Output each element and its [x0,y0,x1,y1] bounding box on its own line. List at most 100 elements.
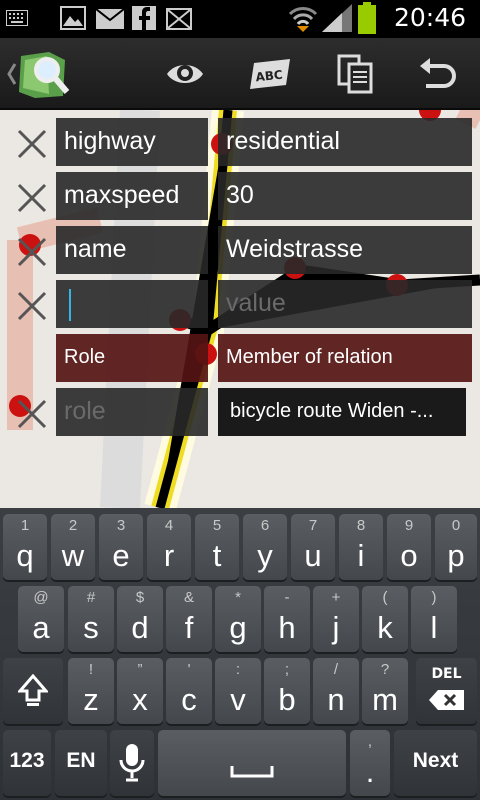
home-up-button[interactable] [0,38,80,110]
tag-row: value [0,280,480,330]
key-x[interactable]: ” x [117,658,163,724]
key-j[interactable]: + j [313,586,359,652]
language-key[interactable]: EN [55,730,107,796]
key-o[interactable]: 9o [387,514,431,580]
key-c[interactable]: ' c [166,658,212,724]
wifi-icon [288,7,318,32]
period-label: . [365,754,375,789]
microphone-icon [119,744,145,782]
tag-key-input[interactable] [56,280,208,328]
comma-hint: , [367,733,373,750]
key-hint: 4 [164,517,174,534]
comma-key[interactable]: ,. [350,730,390,796]
abc-button[interactable]: ABC [230,38,310,110]
tag-row: highway residential [0,118,480,168]
delete-tag-button[interactable] [10,178,54,218]
key-label: j [332,610,340,645]
voice-input-key[interactable] [110,730,154,796]
tag-value-input[interactable]: value [218,280,472,328]
key-a[interactable]: @ a [18,586,64,652]
key-label: y [257,538,273,573]
key-hint: 9 [404,517,414,534]
tag-value-field[interactable]: Weidstrasse [218,226,472,274]
key-hint: : [235,661,241,678]
shift-icon [18,674,48,706]
tag-value-field[interactable]: residential [218,118,472,166]
tag-key-text: highway [64,127,156,155]
key-r[interactable]: 4r [147,514,191,580]
tag-key-text: name [64,235,127,263]
key-i[interactable]: 8i [339,514,383,580]
key-label: v [230,682,246,717]
tag-row: name Weidstrasse [0,226,480,276]
key-y[interactable]: 6y [243,514,287,580]
tag-key-field[interactable]: name [56,226,208,274]
soft-keyboard: 1q 2w 3e 4r 5t 6y 7u 8i 9o 0p @ a # s $ d &… [0,508,480,800]
key-b[interactable]: ; b [264,658,310,724]
key-hint: # [86,589,96,606]
key-label: o [400,538,418,573]
key-hint: 8 [356,517,366,534]
delete-tag-button[interactable] [10,286,54,326]
key-f[interactable]: & f [166,586,212,652]
tag-key-field[interactable]: maxspeed [56,172,208,220]
key-v[interactable]: :v [215,658,261,724]
space-icon [230,766,274,778]
role-input[interactable]: role [56,388,208,436]
key-label: i [357,538,365,573]
key-p[interactable]: 0p [435,514,477,580]
next-key[interactable]: Next [394,730,477,796]
key-e[interactable]: 3e [99,514,143,580]
key-q[interactable]: 1q [3,514,47,580]
key-t[interactable]: 5t [195,514,239,580]
key-l[interactable]: ) l [411,586,457,652]
key-hint: / [333,661,339,678]
key-s[interactable]: # s [68,586,114,652]
shift-key[interactable] [3,658,63,724]
battery-icon [358,2,376,34]
eye-button[interactable] [145,38,225,110]
key-hint: - [284,589,290,606]
key-z[interactable]: ! z [68,658,114,724]
key-d[interactable]: $ d [117,586,163,652]
undo-icon [420,58,456,88]
key-hint: ? [380,661,390,678]
role-header: Role [56,334,208,382]
close-icon [17,129,47,159]
key-label: f [184,610,194,645]
space-key[interactable] [158,730,346,796]
member-header: Member of relation [218,334,472,382]
role-header-label: Role [64,346,106,368]
relation-value: bicycle route Widen -... [230,400,434,422]
key-u[interactable]: 7u [291,514,335,580]
delete-key[interactable]: DEL [416,658,477,724]
symbols-key[interactable]: 123 [3,730,51,796]
tag-key-field[interactable]: highway [56,118,208,166]
key-k[interactable]: (k [362,586,408,652]
key-label: w [61,538,85,573]
facebook-icon [132,6,156,30]
key-m[interactable]: ? m [362,658,408,724]
key-hint: ) [431,589,437,606]
delete-tag-button[interactable] [10,124,54,164]
key-n[interactable]: / n [313,658,359,724]
close-icon [17,237,47,267]
delete-tag-button[interactable] [10,232,54,272]
abc-icon: ABC [250,59,290,89]
tag-value-field[interactable]: 30 [218,172,472,220]
key-hint: 7 [308,517,318,534]
tag-value-text: residential [226,127,340,155]
key-hint: ' [187,661,191,678]
key-w[interactable]: 2w [51,514,95,580]
delete-relation-button[interactable] [10,394,54,434]
language-key-label: EN [66,749,96,772]
relation-select[interactable]: bicycle route Widen -... [218,388,466,436]
key-g[interactable]: * g [215,586,261,652]
eye-icon [167,65,203,83]
undo-button[interactable] [398,38,478,110]
key-label: l [430,610,438,645]
role-placeholder: role [64,397,106,425]
key-h[interactable]: -h [264,586,310,652]
copy-button[interactable] [315,38,395,110]
key-hint: + [331,589,341,606]
